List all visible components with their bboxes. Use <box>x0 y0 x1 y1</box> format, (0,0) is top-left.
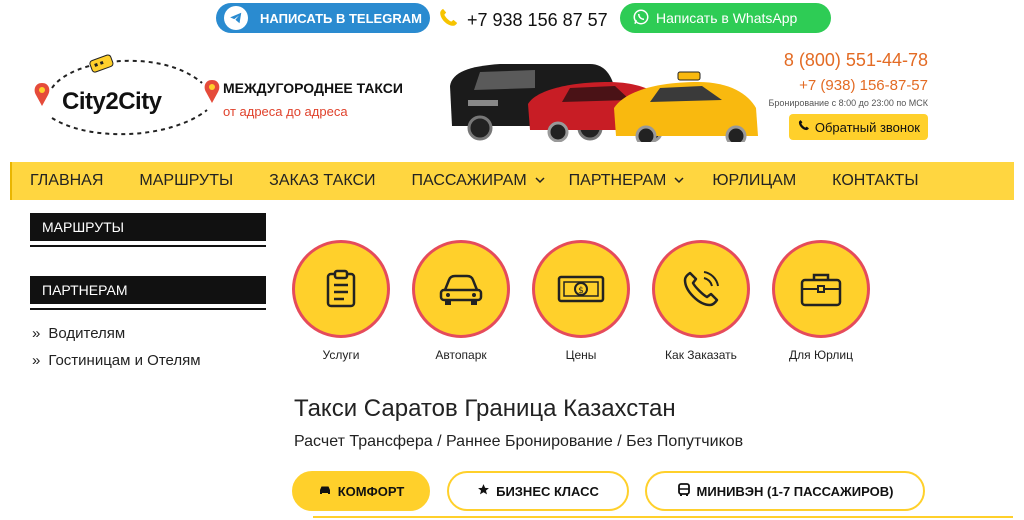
feature-prices[interactable]: $ Цены <box>531 240 631 362</box>
sidebar-link-hotels[interactable]: » Гостиницам и Отелям <box>32 347 201 374</box>
svg-text:$: $ <box>578 286 584 296</box>
sidebar-link-label: Гостиницам и Отелям <box>48 352 201 369</box>
sidebar-partner-links: » Водителям » Гостиницам и Отелям <box>32 320 201 374</box>
phone-main[interactable]: 8 (800) 551-44-78 <box>768 50 928 71</box>
class-comfort-button[interactable]: Комфорт <box>292 471 430 511</box>
feature-label: Как Заказать <box>665 348 737 362</box>
feature-circle: $ <box>532 240 630 338</box>
page-subtitle: Расчет Трансфера / Раннее Бронирование /… <box>294 433 744 450</box>
phone-alt[interactable]: +7 (938) 156-87-57 <box>768 77 928 94</box>
feature-label: Услуги <box>322 348 360 362</box>
phone-icon <box>437 6 459 35</box>
nav-item-label: Партнерам <box>568 172 667 189</box>
telegram-icon <box>224 6 248 30</box>
main-nav: Главная Маршруты Заказ такси Пассажирам … <box>10 162 1014 200</box>
telegram-label: НАПИСАТЬ В TELEGRAM <box>260 10 422 26</box>
class-label: Минивэн (1-7 пассажиров) <box>696 483 894 499</box>
nav-item-label: Юрлицам <box>712 172 797 189</box>
sidebar-routes-title: МАРШРУТЫ <box>42 219 125 235</box>
feature-circle <box>412 240 510 338</box>
feature-label: Автопарк <box>435 348 487 362</box>
feature-fleet[interactable]: Автопарк <box>411 240 511 362</box>
nav-item-contacts[interactable]: Контакты <box>832 172 918 190</box>
phone-call-icon <box>683 271 719 307</box>
top-phone-link[interactable]: +7 938 156 87 57 <box>437 6 608 35</box>
top-contact-bar: НАПИСАТЬ В TELEGRAM +7 938 156 87 57 Нап… <box>0 0 1024 38</box>
site-logo[interactable]: City2City <box>32 48 222 138</box>
sidebar-link-drivers[interactable]: » Водителям <box>32 320 201 347</box>
briefcase-icon <box>800 273 842 307</box>
nav-item-legal[interactable]: Юрлицам <box>712 172 796 190</box>
nav-item-home[interactable]: Главная <box>30 172 103 190</box>
money-icon: $ <box>557 275 605 303</box>
nav-item-partners[interactable]: Партнерам <box>569 172 685 190</box>
class-business-button[interactable]: Бизнес класс <box>447 471 629 511</box>
feature-circle <box>292 240 390 338</box>
header-contacts: 8 (800) 551-44-78 +7 (938) 156-87-57 Бро… <box>768 50 928 140</box>
top-phone-number: +7 938 156 87 57 <box>467 10 608 30</box>
feature-services[interactable]: Услуги <box>291 240 391 362</box>
whatsapp-label: Написать в WhatsApp <box>656 10 798 26</box>
logo-text: City2City <box>62 88 162 115</box>
nav-item-label: Маршруты <box>139 172 234 189</box>
sidebar-link-label: Водителям <box>48 325 126 342</box>
chevron-down-icon <box>535 172 545 190</box>
feature-circle <box>652 240 750 338</box>
nav-item-order-taxi[interactable]: Заказ такси <box>269 172 375 190</box>
phone-icon <box>797 119 810 135</box>
slogan-title: МЕЖДУГОРОДНЕЕ ТАКСИ <box>223 80 403 96</box>
clipboard-icon <box>326 269 356 308</box>
nav-item-label: Пассажирам <box>411 172 527 189</box>
car-icon <box>318 484 332 499</box>
feature-label: Для Юрлиц <box>789 348 853 362</box>
car-icon <box>439 274 483 305</box>
chevron-down-icon <box>674 172 684 190</box>
nav-item-label: Главная <box>30 172 104 189</box>
booking-hours: Бронирование с 8:00 до 23:00 по МСК <box>768 98 928 108</box>
telegram-button[interactable]: НАПИСАТЬ В TELEGRAM <box>216 3 430 33</box>
whatsapp-button[interactable]: Написать в WhatsApp <box>620 3 831 33</box>
nav-item-label: Контакты <box>832 172 919 189</box>
class-minivan-button[interactable]: Минивэн (1-7 пассажиров) <box>645 471 925 511</box>
nav-item-label: Заказ такси <box>269 172 376 189</box>
callback-label: Обратный звонок <box>814 119 920 135</box>
feature-for-companies[interactable]: Для Юрлиц <box>771 240 871 362</box>
sidebar-routes-header[interactable]: МАРШРУТЫ <box>30 213 266 247</box>
class-label: Бизнес класс <box>496 483 599 499</box>
bus-icon <box>677 482 691 500</box>
star-icon <box>477 483 490 499</box>
double-chevron-icon: » <box>32 352 41 369</box>
sidebar-partners-title: ПАРТНЕРАМ <box>42 282 128 298</box>
feature-label: Цены <box>565 348 597 362</box>
slogan-subtitle: от адреса до адреса <box>223 104 348 119</box>
double-chevron-icon: » <box>32 325 41 342</box>
content-divider <box>313 516 1013 518</box>
cars-image <box>440 42 760 147</box>
page-title: Такси Саратов Граница Казахстан <box>294 395 676 422</box>
class-label: Комфорт <box>337 483 405 499</box>
nav-item-passengers[interactable]: Пассажирам <box>412 172 545 190</box>
feature-circle <box>772 240 870 338</box>
site-header: City2City МЕЖДУГОРОДНЕЕ ТАКСИ от адреса … <box>10 38 1014 162</box>
sidebar-partners-header[interactable]: ПАРТНЕРАМ <box>30 276 266 310</box>
callback-button[interactable]: Обратный звонок <box>788 114 928 140</box>
whatsapp-icon <box>632 8 650 29</box>
feature-how-to-order[interactable]: Как Заказать <box>651 240 751 362</box>
nav-item-routes[interactable]: Маршруты <box>139 172 233 190</box>
